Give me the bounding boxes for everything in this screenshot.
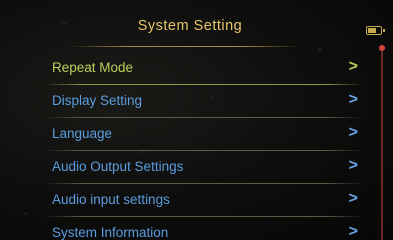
battery-level-fill: [368, 28, 376, 33]
battery-icon: [366, 26, 385, 35]
page-title: System Setting: [137, 18, 243, 34]
menu-item-audio-input-settings[interactable]: Audio input settings >: [44, 184, 364, 217]
menu-item-label: Language: [52, 126, 113, 141]
menu-item-label: Display Setting: [52, 93, 143, 108]
menu-item-language[interactable]: Language >: [44, 118, 364, 151]
menu-item-display-setting[interactable]: Display Setting >: [44, 85, 364, 118]
device-screen: System Setting Repeat Mode > Display Set…: [0, 0, 393, 240]
chevron-right-icon: >: [348, 157, 358, 174]
chevron-right-icon: >: [348, 58, 358, 75]
menu-item-system-information[interactable]: System Information >: [44, 217, 364, 240]
chevron-right-icon: >: [348, 91, 358, 108]
menu-item-audio-output-settings[interactable]: Audio Output Settings >: [44, 151, 364, 184]
scrollbar-thumb[interactable]: [379, 45, 385, 51]
chevron-right-icon: >: [348, 124, 358, 141]
header: System Setting: [40, 14, 340, 50]
chevron-right-icon: >: [348, 190, 358, 207]
scrollbar[interactable]: [379, 45, 385, 240]
menu-item-label: Repeat Mode: [52, 60, 134, 75]
title-divider: [70, 46, 300, 47]
menu-item-label: System Information: [52, 225, 169, 240]
chevron-right-icon: >: [348, 223, 358, 240]
menu-item-label: Audio Output Settings: [52, 159, 184, 174]
menu-item-repeat-mode[interactable]: Repeat Mode >: [44, 52, 364, 85]
menu-item-label: Audio input settings: [52, 192, 170, 207]
